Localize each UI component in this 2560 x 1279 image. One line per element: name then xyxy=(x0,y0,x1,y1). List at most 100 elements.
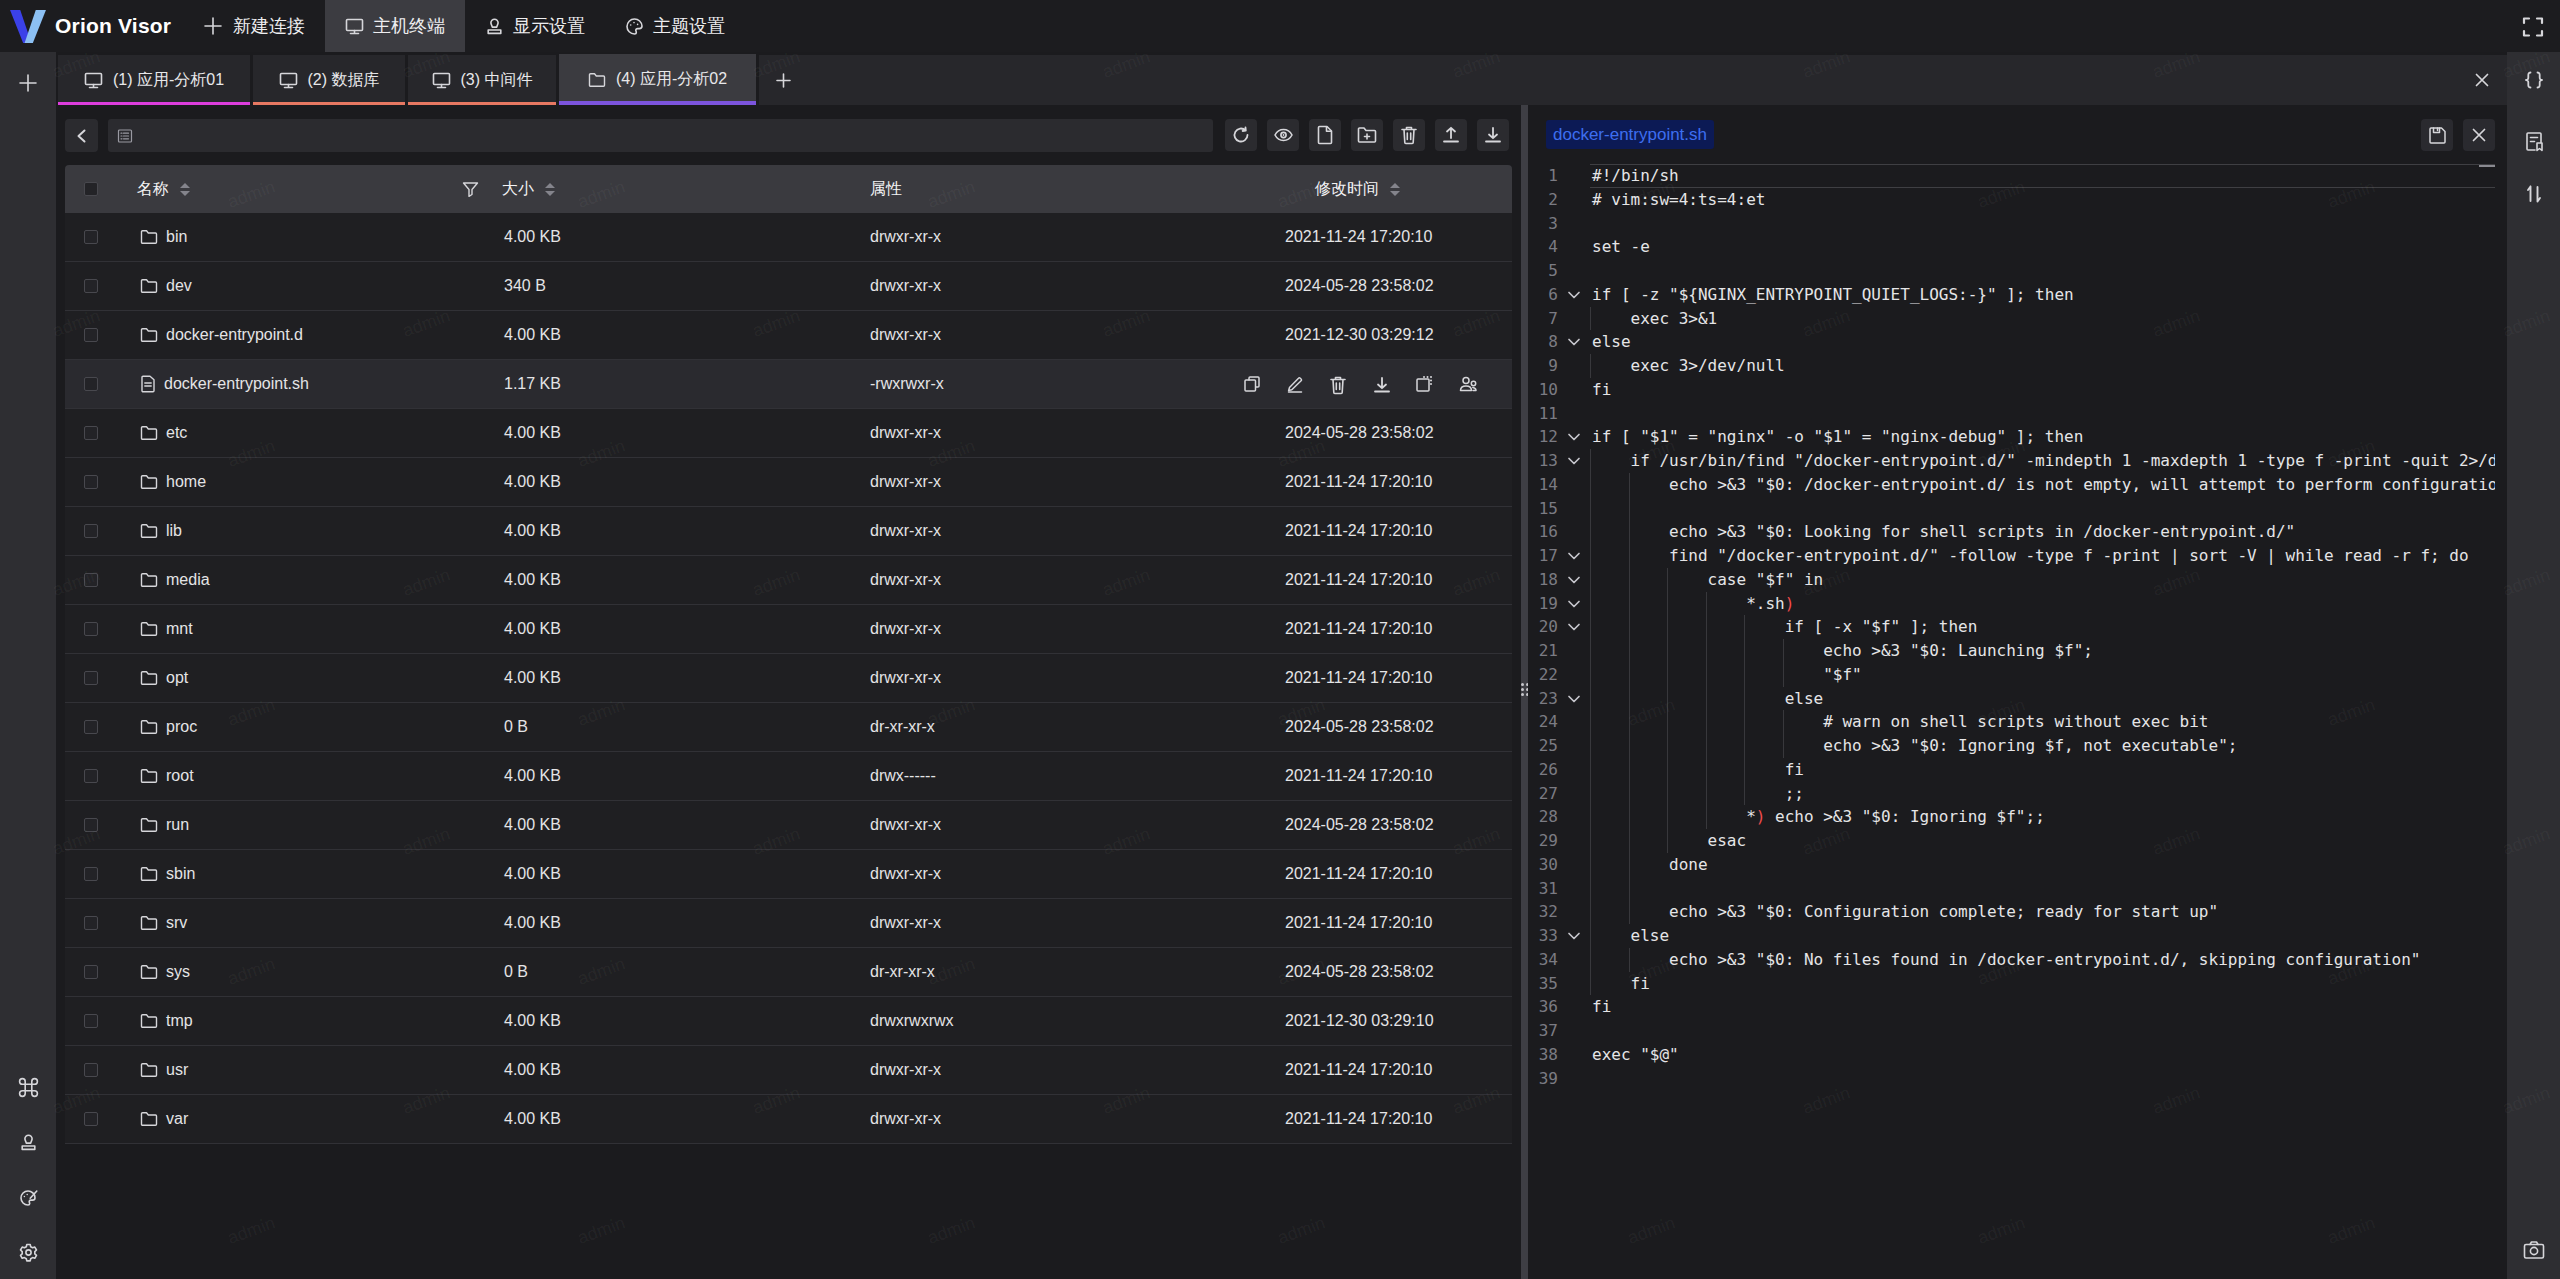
code-area[interactable]: 1#!/bin/sh2# vim:sw=4:ts=4:et34set -e56i… xyxy=(1528,164,2495,1279)
row-checkbox[interactable] xyxy=(84,818,98,832)
tab-1[interactable]: (1) 应用-分析01 xyxy=(58,55,250,105)
sidebar-item-settings[interactable] xyxy=(14,1238,42,1266)
row-checkbox[interactable] xyxy=(84,916,98,930)
row-checkbox[interactable] xyxy=(84,328,98,342)
sort-name[interactable] xyxy=(180,183,190,196)
file-name-cell[interactable]: lib xyxy=(140,507,182,555)
delete-button[interactable] xyxy=(1393,119,1425,151)
sidebar-item-new-connection[interactable] xyxy=(14,69,42,97)
file-row[interactable]: bin4.00 KBdrwxr-xr-x2021-11-24 17:20:10 xyxy=(65,213,1512,262)
row-checkbox[interactable] xyxy=(84,965,98,979)
file-row[interactable]: var4.00 KBdrwxr-xr-x2021-11-24 17:20:10 xyxy=(65,1095,1512,1144)
file-name-cell[interactable]: usr xyxy=(140,1046,188,1094)
file-row[interactable]: sbin4.00 KBdrwxr-xr-x2021-11-24 17:20:10 xyxy=(65,850,1512,899)
sidebar-item-theme[interactable] xyxy=(14,1183,42,1211)
file-name-cell[interactable]: srv xyxy=(140,899,187,947)
sidebar-item-user-settings[interactable] xyxy=(14,1128,42,1156)
download-button[interactable] xyxy=(1477,119,1509,151)
fold-chevron-icon[interactable] xyxy=(1566,691,1584,707)
file-row[interactable]: docker-entrypoint.sh1.17 KB-rwxrwxr-x xyxy=(65,360,1512,409)
row-checkbox[interactable] xyxy=(84,867,98,881)
fold-chevron-icon[interactable] xyxy=(1566,572,1584,588)
path-list-icon[interactable] xyxy=(117,128,133,144)
column-header-name[interactable]: 名称 xyxy=(137,165,190,213)
fold-chevron-icon[interactable] xyxy=(1566,453,1584,469)
file-row[interactable]: dev340 Bdrwxr-xr-x2024-05-28 23:58:02 xyxy=(65,262,1512,311)
menu-item-host-terminal[interactable]: 主机终端 xyxy=(325,0,465,52)
row-checkbox[interactable] xyxy=(84,622,98,636)
save-button[interactable] xyxy=(2421,119,2453,151)
row-action-delete[interactable] xyxy=(1329,375,1347,393)
new-file-button[interactable] xyxy=(1309,119,1341,151)
row-checkbox[interactable] xyxy=(84,475,98,489)
file-row[interactable]: sys0 Bdr-xr-xr-x2024-05-28 23:58:02 xyxy=(65,948,1512,997)
row-checkbox[interactable] xyxy=(84,671,98,685)
filter-icon[interactable] xyxy=(462,165,479,213)
row-checkbox[interactable] xyxy=(84,573,98,587)
row-checkbox[interactable] xyxy=(84,720,98,734)
close-editor-button[interactable] xyxy=(2463,119,2495,151)
new-tab-button[interactable] xyxy=(768,65,798,95)
fold-chevron-icon[interactable] xyxy=(1566,429,1584,445)
row-action-move[interactable] xyxy=(1415,375,1433,393)
file-name-cell[interactable]: run xyxy=(140,801,189,849)
row-checkbox[interactable] xyxy=(84,377,98,391)
menu-item-display-settings[interactable]: 显示设置 xyxy=(465,0,605,52)
file-row[interactable]: srv4.00 KBdrwxr-xr-x2021-11-24 17:20:10 xyxy=(65,899,1512,948)
path-input[interactable] xyxy=(141,127,1191,144)
file-row[interactable]: mnt4.00 KBdrwxr-xr-x2021-11-24 17:20:10 xyxy=(65,605,1512,654)
file-name-cell[interactable]: mnt xyxy=(140,605,193,653)
sidebar-item-shortcuts[interactable] xyxy=(14,1073,42,1101)
file-name-cell[interactable]: home xyxy=(140,458,206,506)
sidebar-item-json-view[interactable] xyxy=(2520,68,2548,96)
row-checkbox[interactable] xyxy=(84,524,98,538)
row-action-permission[interactable] xyxy=(1458,375,1476,393)
upload-button[interactable] xyxy=(1435,119,1467,151)
sidebar-item-screenshot[interactable] xyxy=(2520,1236,2548,1264)
sidebar-item-transfer-list[interactable] xyxy=(2520,180,2548,208)
fold-chevron-icon[interactable] xyxy=(1566,928,1584,944)
row-checkbox[interactable] xyxy=(84,1014,98,1028)
file-row[interactable]: lib4.00 KBdrwxr-xr-x2021-11-24 17:20:10 xyxy=(65,507,1512,556)
back-button[interactable] xyxy=(65,119,98,152)
menu-item-new-connection[interactable]: 新建连接 xyxy=(182,0,325,52)
fold-chevron-icon[interactable] xyxy=(1566,596,1584,612)
file-name-cell[interactable]: dev xyxy=(140,262,192,310)
row-checkbox[interactable] xyxy=(84,426,98,440)
file-row[interactable]: usr4.00 KBdrwxr-xr-x2021-11-24 17:20:10 xyxy=(65,1046,1512,1095)
row-action-download[interactable] xyxy=(1372,375,1390,393)
file-name-cell[interactable]: docker-entrypoint.sh xyxy=(140,360,309,408)
menu-item-theme-settings[interactable]: 主题设置 xyxy=(605,0,745,52)
tab-2[interactable]: (2) 数据库 xyxy=(253,55,405,105)
select-all-checkbox[interactable] xyxy=(84,182,98,196)
file-name-cell[interactable]: docker-entrypoint.d xyxy=(140,311,303,359)
preview-button[interactable] xyxy=(1267,119,1299,151)
row-action-copy[interactable] xyxy=(1243,375,1261,393)
sort-mtime[interactable] xyxy=(1390,183,1400,196)
row-checkbox[interactable] xyxy=(84,230,98,244)
row-checkbox[interactable] xyxy=(84,279,98,293)
fold-chevron-icon[interactable] xyxy=(1566,334,1584,350)
row-checkbox[interactable] xyxy=(84,1063,98,1077)
file-name-cell[interactable]: bin xyxy=(140,213,187,261)
new-folder-button[interactable] xyxy=(1351,119,1383,151)
column-header-mtime[interactable]: 修改时间 xyxy=(1315,165,1400,213)
panel-splitter[interactable] xyxy=(1521,105,1528,1279)
file-row[interactable]: run4.00 KBdrwxr-xr-x2024-05-28 23:58:02 xyxy=(65,801,1512,850)
file-row[interactable]: etc4.00 KBdrwxr-xr-x2024-05-28 23:58:02 xyxy=(65,409,1512,458)
file-row[interactable]: docker-entrypoint.d4.00 KBdrwxr-xr-x2021… xyxy=(65,311,1512,360)
fullscreen-button[interactable] xyxy=(2520,14,2546,40)
file-name-cell[interactable]: sys xyxy=(140,948,190,996)
column-header-size[interactable]: 大小 xyxy=(502,165,555,213)
file-row[interactable]: opt4.00 KBdrwxr-xr-x2021-11-24 17:20:10 xyxy=(65,654,1512,703)
refresh-button[interactable] xyxy=(1225,119,1257,151)
row-action-rename[interactable] xyxy=(1286,375,1304,393)
file-name-cell[interactable]: sbin xyxy=(140,850,195,898)
fold-chevron-icon[interactable] xyxy=(1566,548,1584,564)
sort-size[interactable] xyxy=(545,183,555,196)
file-name-cell[interactable]: etc xyxy=(140,409,187,457)
file-name-cell[interactable]: tmp xyxy=(140,997,193,1045)
tab-4[interactable]: (4) 应用-分析02 xyxy=(559,54,756,105)
file-row[interactable]: proc0 Bdr-xr-xr-x2024-05-28 23:58:02 xyxy=(65,703,1512,752)
file-name-cell[interactable]: var xyxy=(140,1095,188,1143)
